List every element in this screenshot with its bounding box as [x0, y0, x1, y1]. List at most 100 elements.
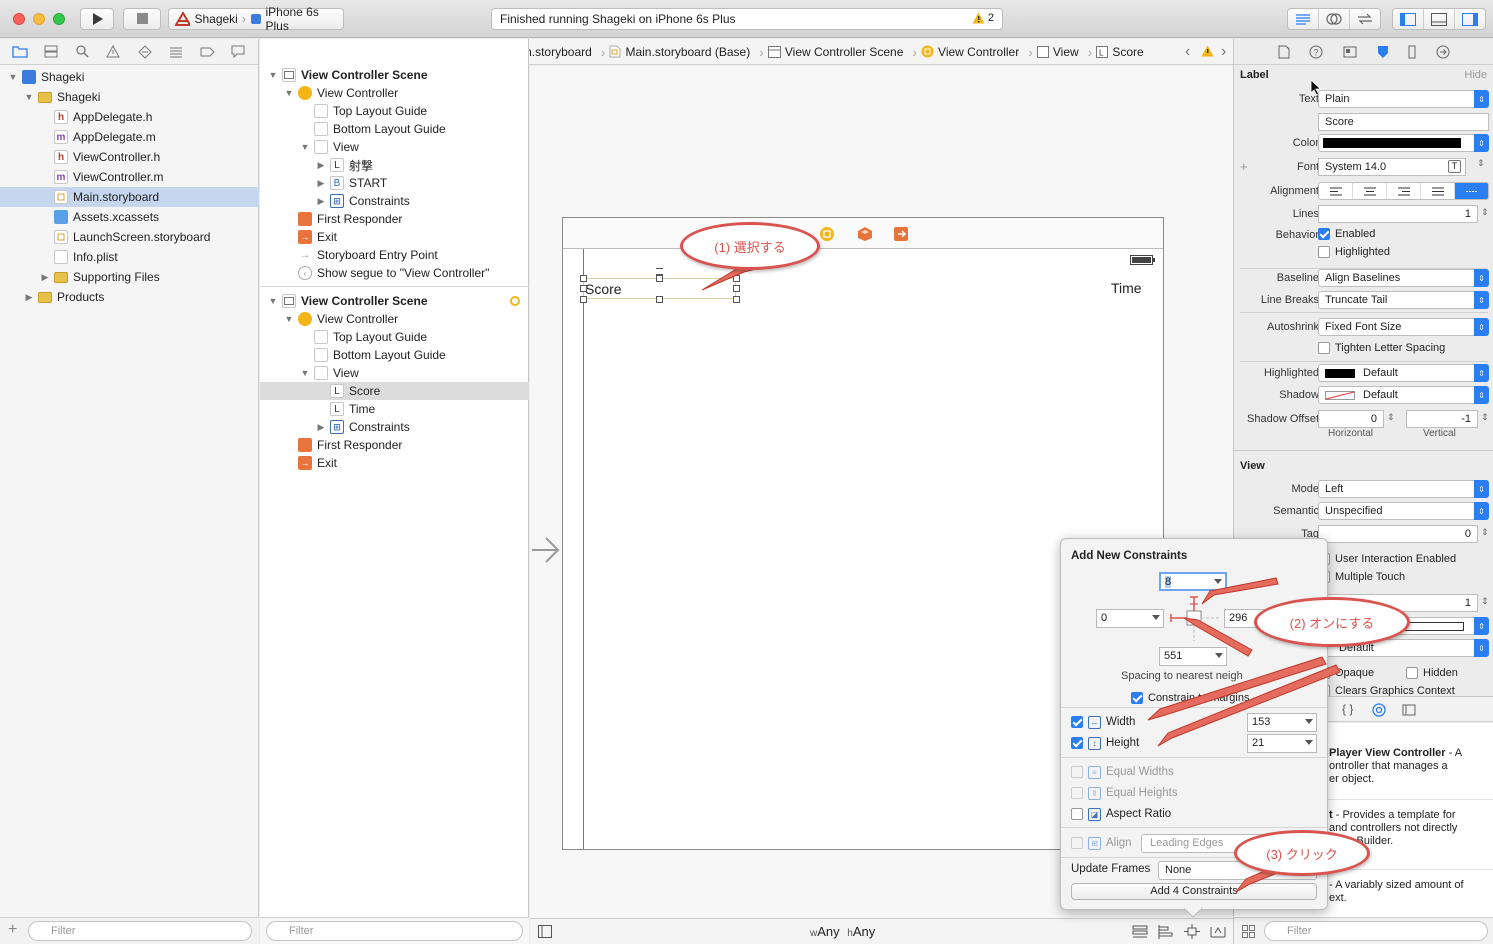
- tag-stepper[interactable]: ⇕: [1481, 527, 1489, 538]
- previous-issue-icon[interactable]: ‹: [1185, 43, 1190, 61]
- disclosure-down-icon[interactable]: ▼: [8, 72, 18, 82]
- outline-item-storyboard-entry-point[interactable]: → Storyboard Entry Point: [260, 246, 529, 264]
- report-navigator-icon[interactable]: [230, 44, 246, 60]
- disclosure-down-icon[interactable]: ▼: [268, 296, 278, 306]
- stack-view-icon[interactable]: [1132, 925, 1148, 939]
- lines-stepper[interactable]: ⇕: [1481, 207, 1489, 218]
- resize-handle[interactable]: [580, 285, 587, 292]
- baseline-handle[interactable]: [656, 268, 663, 275]
- add-icon[interactable]: +: [8, 921, 17, 939]
- media-library-icon[interactable]: [1402, 704, 1416, 716]
- width-value-field[interactable]: 153: [1247, 713, 1317, 732]
- shadow-h-stepper[interactable]: ⇕: [1387, 412, 1395, 423]
- nav-item-viewcontroller-h[interactable]: h ViewController.h: [0, 147, 259, 167]
- baseline-popup[interactable]: Align Baselines ⇕: [1318, 269, 1489, 287]
- time-label[interactable]: Time: [1111, 280, 1142, 296]
- top-spacing-field[interactable]: 8: [1159, 572, 1227, 591]
- align-icon[interactable]: [1158, 925, 1174, 939]
- resize-handle[interactable]: [656, 275, 663, 282]
- disclosure-right-icon[interactable]: ▶: [316, 422, 326, 432]
- nav-item-shageki[interactable]: ▼ Shageki: [0, 67, 259, 87]
- outline-item-view-controller[interactable]: ▼ View Controller: [260, 84, 529, 102]
- width-constraint-checkbox[interactable]: ↔ Width: [1071, 713, 1135, 731]
- shadow-popup[interactable]: Default ⇕: [1318, 386, 1489, 404]
- breadcrumb-item[interactable]: Main.storyboard (Base): [609, 45, 750, 59]
- outline-item-time[interactable]: L Time: [260, 400, 529, 418]
- assistant-editor-button[interactable]: [1319, 9, 1350, 29]
- outline-item-exit[interactable]: → Exit: [260, 454, 529, 472]
- issue-warning-icon[interactable]: [1201, 45, 1214, 57]
- color-popup[interactable]: ⇕: [1318, 134, 1489, 152]
- resize-handle[interactable]: [580, 275, 587, 282]
- outline-item-top-layout-guide[interactable]: Top Layout Guide: [260, 328, 529, 346]
- equal-widths-checkbox[interactable]: ≡ Equal Widths: [1071, 763, 1174, 781]
- nav-item-shageki[interactable]: ▼ Shageki: [0, 87, 259, 107]
- help-inspector-icon[interactable]: ?: [1309, 45, 1323, 59]
- breadcrumb-item[interactable]: View Controller: [921, 45, 1019, 59]
- debug-navigator-icon[interactable]: [168, 44, 184, 60]
- semantic-popup[interactable]: Unspecified ⇕: [1318, 502, 1489, 520]
- text-content-field[interactable]: Score: [1318, 113, 1489, 131]
- view-controller-icon[interactable]: [819, 226, 835, 242]
- disclosure-down-icon[interactable]: ▼: [284, 314, 294, 324]
- nav-item-viewcontroller-m[interactable]: m ViewController.m: [0, 167, 259, 187]
- disclosure-down-icon[interactable]: ▼: [24, 92, 34, 102]
- outline-item-view-controller[interactable]: ▼ View Controller: [260, 310, 529, 328]
- show-outline-icon[interactable]: [538, 925, 552, 938]
- outline-item-view[interactable]: ▼ View: [260, 364, 529, 382]
- align-center-button[interactable]: [1353, 183, 1387, 199]
- add-constraints-button[interactable]: Add 4 Constraints: [1071, 883, 1317, 900]
- exit-icon[interactable]: [893, 226, 909, 242]
- toggle-utilities-button[interactable]: [1455, 9, 1485, 29]
- version-editor-button[interactable]: [1350, 9, 1380, 29]
- outline-item-constraints[interactable]: ▶ ⊞ Constraints: [260, 192, 529, 210]
- toggle-debug-button[interactable]: [1424, 9, 1455, 29]
- mode-popup[interactable]: Left ⇕: [1318, 480, 1489, 498]
- size-inspector-icon[interactable]: [1408, 45, 1416, 59]
- disclosure-down-icon[interactable]: ▼: [300, 142, 310, 152]
- highlighted-checkbox[interactable]: Highlighted: [1318, 246, 1390, 259]
- multiple-touch-checkbox[interactable]: Multiple Touch: [1318, 571, 1405, 584]
- size-class-selector[interactable]: wAny hAny: [810, 924, 875, 939]
- scheme-selector[interactable]: Shageki › iPhone 6s Plus: [168, 5, 344, 33]
- enabled-checkbox[interactable]: Enabled: [1318, 228, 1375, 241]
- lines-field[interactable]: 1: [1318, 205, 1478, 223]
- library-filter-input[interactable]: Filter: [1264, 921, 1488, 941]
- nav-item-appdelegate-h[interactable]: h AppDelegate.h: [0, 107, 259, 127]
- scene-warning-dot-icon[interactable]: [510, 296, 520, 306]
- align-left-button[interactable]: [1319, 183, 1353, 199]
- shadow-horizontal-field[interactable]: 0: [1318, 410, 1384, 428]
- user-interaction-checkbox[interactable]: User Interaction Enabled: [1318, 553, 1456, 566]
- nav-item-appdelegate-m[interactable]: m AppDelegate.m: [0, 127, 259, 147]
- shadow-vertical-field[interactable]: -1: [1406, 410, 1478, 428]
- disclosure-right-icon[interactable]: ▶: [24, 292, 34, 302]
- hidden-checkbox[interactable]: Hidden: [1406, 667, 1458, 680]
- resize-handle[interactable]: [733, 296, 740, 303]
- navigator-filter-input[interactable]: Filter: [28, 921, 252, 941]
- warning-badge[interactable]: 2: [972, 12, 994, 24]
- outline-item-first-responder[interactable]: First Responder: [260, 210, 529, 228]
- symbol-navigator-icon[interactable]: [43, 44, 59, 60]
- align-right-button[interactable]: [1387, 183, 1421, 199]
- outline-item-constraints[interactable]: ▶ ⊞ Constraints: [260, 418, 529, 436]
- resize-handle[interactable]: [733, 285, 740, 292]
- disclosure-right-icon[interactable]: ▶: [40, 272, 50, 282]
- object-library-icon[interactable]: [1372, 703, 1386, 717]
- clears-checkbox[interactable]: Clears Graphics Context: [1318, 685, 1455, 696]
- library-item-label[interactable]: - A variably sized amount of ext.: [1329, 879, 1489, 905]
- first-responder-icon[interactable]: [857, 226, 873, 242]
- nav-item-assets-xcassets[interactable]: Assets.xcassets: [0, 207, 259, 227]
- resize-handle[interactable]: [656, 296, 663, 303]
- file-inspector-icon[interactable]: [1278, 45, 1290, 59]
- outline-item-view[interactable]: ▼ View: [260, 138, 529, 156]
- nav-item-products[interactable]: ▶ Products: [0, 287, 259, 307]
- aspect-ratio-checkbox[interactable]: ◪ Aspect Ratio: [1071, 805, 1171, 823]
- code-snippet-icon[interactable]: { }: [1342, 702, 1353, 716]
- bottom-spacing-field[interactable]: 551: [1159, 647, 1227, 666]
- outline-item-view-controller-scene[interactable]: ▼ View Controller Scene: [260, 66, 529, 84]
- nav-item-info-plist[interactable]: Info.plist: [0, 247, 259, 267]
- breakpoint-navigator-icon[interactable]: [199, 44, 215, 60]
- font-stepper[interactable]: ⇕: [1477, 158, 1485, 169]
- toggle-navigator-button[interactable]: [1393, 9, 1424, 29]
- breadcrumb-item[interactable]: L Score: [1096, 45, 1144, 59]
